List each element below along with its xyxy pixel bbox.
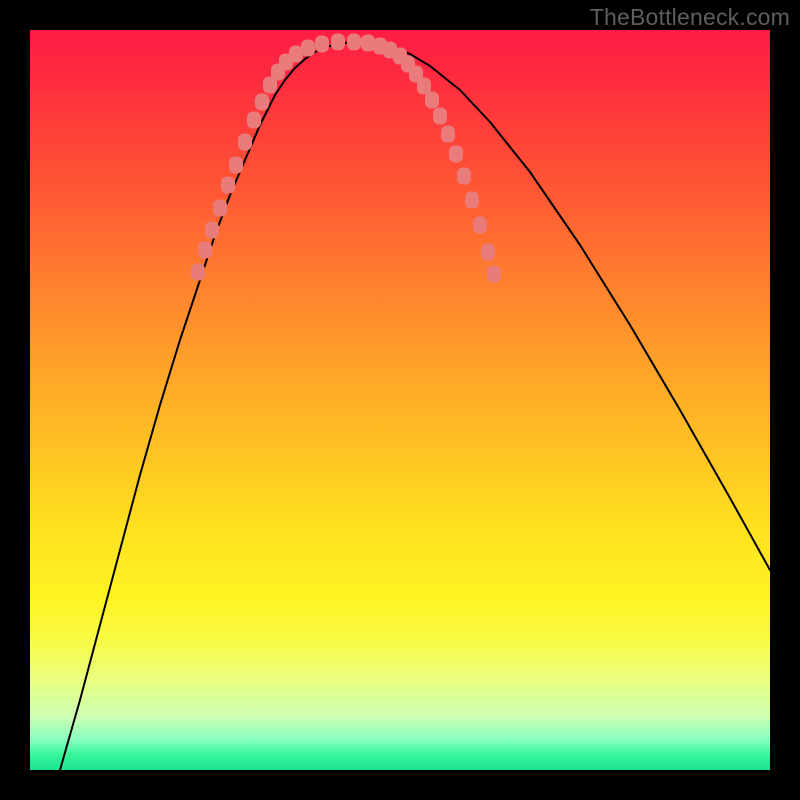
highlight-dot [347,34,361,51]
optimal-zone-markers [191,34,501,283]
highlight-dot [457,168,471,185]
highlight-dot [433,108,447,125]
highlight-dot [247,112,261,129]
highlight-dot [255,94,269,111]
highlight-dot [331,34,345,51]
highlight-dot [289,46,303,63]
highlight-dot [315,36,329,53]
watermark-label: TheBottleneck.com [590,4,790,31]
chart-frame: TheBottleneck.com [0,0,800,800]
plot-area [30,30,770,770]
bottleneck-curve [60,42,770,770]
highlight-dot [473,217,487,234]
highlight-dot [425,92,439,109]
highlight-dot [481,244,495,261]
highlight-dot [229,157,243,174]
highlight-dot [205,222,219,239]
highlight-dot [301,40,315,57]
highlight-dot [465,192,479,209]
highlight-dot [198,242,212,259]
highlight-dot [487,266,501,283]
highlight-dot [238,134,252,151]
curve-layer [30,30,770,770]
highlight-dot [441,126,455,143]
highlight-dot [361,35,375,52]
highlight-dot [449,146,463,163]
highlight-dot [191,264,205,281]
highlight-dot [213,200,227,217]
highlight-dot [221,177,235,194]
